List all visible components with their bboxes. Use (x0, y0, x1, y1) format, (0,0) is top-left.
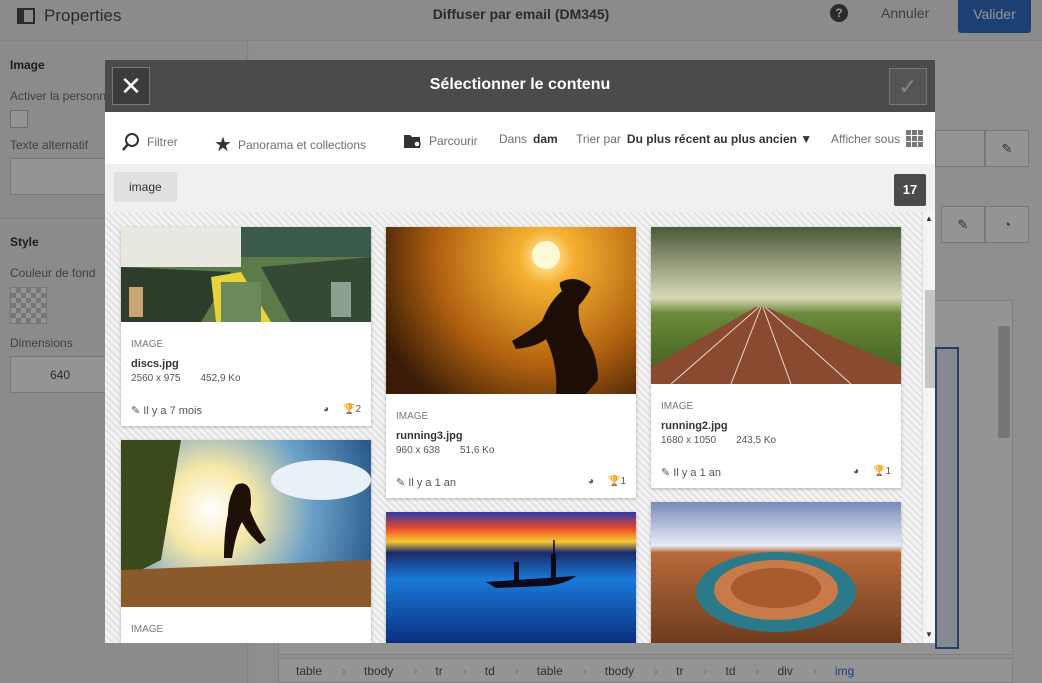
sort-value: Du plus récent au plus ancien ▼ (626, 132, 813, 146)
filter-tags-bar: image 17 (105, 164, 935, 212)
browse-button[interactable]: Parcourir (403, 132, 478, 150)
wins-count: 1 (620, 476, 626, 487)
pencil-icon: ✎ (131, 405, 141, 417)
asset-type: IMAGE (131, 339, 164, 350)
asset-type: IMAGE (661, 401, 694, 412)
trophy-icon[interactable]: 🏆2 (343, 404, 361, 415)
refresh-icon[interactable]: ◕ (853, 466, 859, 477)
grid-view-icon (906, 130, 924, 147)
folder-search-icon (404, 135, 421, 148)
age-label: Il y a 1 an (673, 467, 721, 479)
asset-dimensions: 1680 x 1050 (661, 435, 717, 446)
asset-card[interactable]: IMAGE discs.jpg 2560 x 975 452,9 Ko ✎ Il … (121, 227, 371, 426)
asset-thumbnail (386, 227, 636, 394)
asset-name: running3.jpg (396, 430, 463, 442)
asset-dimensions: 2560 x 975 (131, 373, 181, 384)
asset-modified: ✎ Il y a 1 an (396, 476, 456, 489)
in-label: Dans (499, 132, 528, 146)
asset-size: 51,6 Ko (459, 445, 495, 456)
scroll-up-icon[interactable]: ▲ (925, 214, 933, 223)
asset-thumbnail (651, 502, 901, 643)
dialog-header: ✕ Sélectionner le contenu ✓ (105, 60, 935, 112)
result-count-badge: 17 (894, 174, 926, 206)
dialog-title: Sélectionner le contenu (429, 76, 611, 93)
sort-selector[interactable]: Trier par Du plus récent au plus ancien … (576, 132, 812, 146)
refresh-icon[interactable]: ◕ (588, 476, 594, 487)
location-selector[interactable]: Dans dam (499, 132, 558, 146)
asset-dimensions: 960 x 638 (396, 445, 440, 456)
asset-grid: IMAGE discs.jpg 2560 x 975 452,9 Ko ✎ Il … (105, 212, 922, 643)
asset-card[interactable]: IMAGE running3.jpg 960 x 638 51,6 Ko ✎ Il… (386, 227, 636, 498)
in-value: dam (533, 132, 558, 146)
asset-card[interactable] (651, 502, 901, 643)
trophy-icon[interactable]: 🏆1 (873, 466, 891, 477)
star-icon: ★ (214, 134, 232, 156)
asset-card[interactable]: IMAGE (121, 440, 371, 643)
collections-label: Panorama et collections (237, 137, 367, 152)
asset-type: IMAGE (131, 624, 164, 635)
select-content-dialog: ✕ Sélectionner le contenu ✓ Filtrer ★ Pa… (105, 60, 935, 643)
filter-button[interactable]: Filtrer (121, 132, 178, 152)
age-label: Il y a 1 an (408, 477, 456, 489)
asset-thumbnail (121, 440, 371, 607)
scroll-thumb[interactable] (925, 290, 935, 388)
pencil-icon: ✎ (396, 477, 406, 489)
asset-size: 452,9 Ko (200, 373, 241, 384)
asset-name: running2.jpg (661, 420, 728, 432)
asset-thumbnail (651, 227, 901, 385)
wins-count: 2 (355, 404, 361, 415)
age-label: Il y a 7 mois (143, 405, 202, 417)
wins-count: 1 (885, 466, 891, 477)
confirm-icon[interactable]: ✓ (889, 68, 927, 105)
asset-size: 243,5 Ko (736, 435, 777, 446)
asset-type: IMAGE (396, 411, 429, 422)
view-selector[interactable]: Afficher sous (831, 130, 924, 147)
search-icon (122, 133, 139, 151)
asset-thumbnail (121, 227, 371, 322)
sort-label: Trier par (576, 132, 621, 146)
dialog-toolbar: Filtrer ★ Panorama et collections Parcou… (105, 112, 935, 164)
grid-scrollbar[interactable]: ▲ ▼ (922, 212, 935, 643)
scroll-down-icon[interactable]: ▼ (925, 630, 933, 639)
refresh-icon[interactable]: ◕ (323, 404, 329, 415)
asset-modified: ✎ Il y a 1 an (661, 466, 721, 479)
asset-modified: ✎ Il y a 7 mois (131, 404, 202, 417)
view-label: Afficher sous (831, 131, 901, 146)
asset-name: discs.jpg (131, 358, 179, 370)
filter-label: Filtrer (147, 135, 178, 149)
browse-label: Parcourir (429, 134, 478, 148)
trophy-icon[interactable]: 🏆1 (608, 476, 626, 487)
filter-tag[interactable]: image (114, 172, 177, 202)
asset-card[interactable]: IMAGE running2.jpg 1680 x 1050 243,5 Ko ✎… (651, 227, 901, 488)
collections-button[interactable]: ★ Panorama et collections (214, 132, 366, 157)
asset-card[interactable] (386, 512, 636, 643)
asset-thumbnail (386, 512, 636, 643)
pencil-icon: ✎ (661, 467, 671, 479)
